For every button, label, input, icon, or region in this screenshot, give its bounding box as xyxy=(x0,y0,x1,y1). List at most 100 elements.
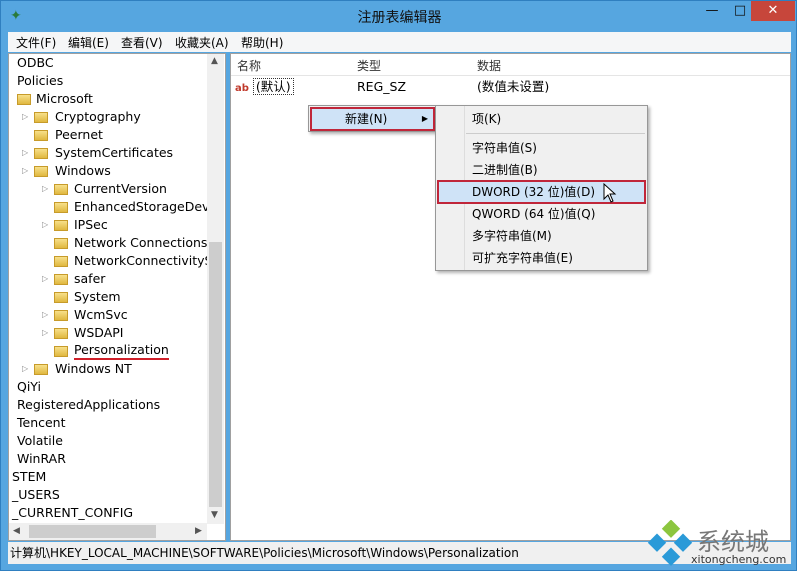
maximize-button[interactable]: □ xyxy=(726,1,754,21)
tree-item-label: RegisteredApplications xyxy=(17,397,161,412)
tree-horizontal-scrollbar[interactable]: ◀ ▶ xyxy=(9,523,207,540)
menu-view[interactable]: 查看(V) xyxy=(121,34,163,51)
tree-item[interactable]: NetworkConnectivitySta xyxy=(9,252,225,270)
tree-item-label: Peernet xyxy=(55,127,103,142)
scroll-right-icon[interactable]: ▶ xyxy=(195,526,202,536)
tree-item[interactable]: STEM xyxy=(9,468,207,486)
tree-item[interactable]: ▷ Cryptography xyxy=(9,108,207,126)
list-header: 名称 类型 数据 xyxy=(231,54,790,76)
tree-item-label: System xyxy=(74,289,121,304)
tree-item-label: STEM xyxy=(12,469,47,484)
tree-item[interactable]: ▷ WcmSvc xyxy=(9,306,207,324)
expand-icon[interactable]: ▷ xyxy=(42,180,48,198)
tree-item[interactable]: _USERS xyxy=(9,486,207,504)
folder-icon xyxy=(54,274,68,285)
watermark-url: xitongcheng.com xyxy=(691,553,787,566)
value-name: (默认) xyxy=(252,78,294,95)
tree-item[interactable]: ▷ Windows xyxy=(9,162,207,180)
menu-help[interactable]: 帮助(H) xyxy=(241,34,283,51)
tree-item-label: Tencent xyxy=(17,415,66,430)
menu-divider xyxy=(466,133,645,134)
tree-item-label: safer xyxy=(74,271,106,286)
tree-item-label: Policies xyxy=(17,73,64,88)
expand-icon[interactable]: ▷ xyxy=(42,324,48,342)
column-name[interactable]: 名称 xyxy=(237,57,261,74)
menu-item-label: 新建(N) xyxy=(345,112,388,126)
mouse-cursor-icon xyxy=(603,183,617,203)
tree-item[interactable]: ▷ IPSec xyxy=(9,216,207,234)
menu-item-multistring[interactable]: 多字符串值(M) xyxy=(438,225,645,247)
tree-item[interactable]: Peernet xyxy=(9,126,207,144)
folder-icon xyxy=(54,256,68,267)
folder-icon xyxy=(54,310,68,321)
expand-icon[interactable]: ▷ xyxy=(22,108,28,126)
expand-icon[interactable]: ▷ xyxy=(42,306,48,324)
folder-icon xyxy=(54,220,68,231)
tree-item[interactable]: _CURRENT_CONFIG xyxy=(9,504,207,522)
menu-item-qword[interactable]: QWORD (64 位)值(Q) xyxy=(438,203,645,225)
tree-item-label: IPSec xyxy=(74,217,108,232)
tree-item[interactable]: EnhancedStorageDevic xyxy=(9,198,220,216)
tree-item[interactable]: RegisteredApplications xyxy=(9,396,207,414)
tree-vertical-scrollbar[interactable]: ▲ ▼ xyxy=(207,54,224,524)
tree-item[interactable]: Volatile xyxy=(9,432,207,450)
scroll-left-icon[interactable]: ◀ xyxy=(13,526,20,536)
scroll-thumb[interactable] xyxy=(29,525,156,538)
tree-item-label: EnhancedStorageDevic xyxy=(74,199,220,214)
tree-item-label: Microsoft xyxy=(36,91,93,106)
scroll-down-icon[interactable]: ▼ xyxy=(211,510,218,520)
menu-edit[interactable]: 编辑(E) xyxy=(68,34,109,51)
folder-icon xyxy=(34,364,48,375)
key-tree: ODBC Policies Microsoft ▷ Cryptography Peerne… xyxy=(8,53,226,541)
expand-icon[interactable]: ▷ xyxy=(42,216,48,234)
tree-item-label: Cryptography xyxy=(55,109,141,124)
column-type[interactable]: 类型 xyxy=(357,57,381,74)
menu-item-key[interactable]: 项(K) xyxy=(438,108,645,130)
column-data[interactable]: 数据 xyxy=(477,57,501,74)
folder-icon xyxy=(34,130,48,141)
tree-item[interactable]: ▷ safer xyxy=(9,270,207,288)
tree-item-label: Personalization xyxy=(74,342,169,360)
scroll-up-icon[interactable]: ▲ xyxy=(211,56,218,66)
folder-icon xyxy=(54,328,68,339)
menu-favorites[interactable]: 收藏夹(A) xyxy=(175,34,229,51)
tree-item[interactable]: System xyxy=(9,288,207,306)
window-title: 注册表编辑器 xyxy=(357,10,442,26)
expand-icon[interactable]: ▷ xyxy=(22,162,28,180)
menu-item-binary[interactable]: 二进制值(B) xyxy=(438,159,645,181)
tree-item[interactable]: ODBC xyxy=(9,54,207,72)
tree-item-label: SystemCertificates xyxy=(55,145,174,160)
minimize-button[interactable]: — xyxy=(698,1,726,21)
list-row[interactable]: ab (默认) REG_SZ (数值未设置) xyxy=(235,78,785,96)
close-button[interactable]: ✕ xyxy=(751,1,795,21)
tree-item[interactable]: Personalization xyxy=(9,342,207,360)
tree-item[interactable]: WinRAR xyxy=(9,450,207,468)
tree-item-label: NetworkConnectivitySta xyxy=(74,253,226,268)
scroll-thumb[interactable] xyxy=(209,242,222,507)
tree-item[interactable]: Policies xyxy=(9,72,207,90)
menu-item-expandstring[interactable]: 可扩充字符串值(E) xyxy=(438,247,645,269)
tree-item[interactable]: Network Connections xyxy=(9,234,207,252)
tree-item[interactable]: ▷ SystemCertificates xyxy=(9,144,207,162)
menu-item-new[interactable]: 新建(N) ▶ xyxy=(310,107,435,131)
tree-item[interactable]: ▷ CurrentVersion xyxy=(9,180,207,198)
submenu-arrow-icon: ▶ xyxy=(421,114,428,123)
tree-item[interactable]: QiYi xyxy=(9,378,207,396)
tree-item-label: _CURRENT_CONFIG xyxy=(12,505,134,520)
expand-icon[interactable]: ▷ xyxy=(22,144,28,162)
tree-item-label: QiYi xyxy=(17,379,41,394)
tree-item-label: Windows xyxy=(55,163,111,178)
menu-file[interactable]: 文件(F) xyxy=(16,34,56,51)
tree-item-label: CurrentVersion xyxy=(74,181,167,196)
tree-item[interactable]: ▷ Windows NT xyxy=(9,360,207,378)
string-value-icon: ab xyxy=(235,83,249,94)
folder-icon xyxy=(34,166,48,177)
expand-icon[interactable]: ▷ xyxy=(22,360,28,378)
logo-diamond-icon xyxy=(647,520,693,566)
expand-icon[interactable]: ▷ xyxy=(42,270,48,288)
menu-item-string[interactable]: 字符串值(S) xyxy=(438,137,645,159)
tree-item[interactable]: Tencent xyxy=(9,414,207,432)
tree-item[interactable]: ▷ WSDAPI xyxy=(9,324,207,342)
tree-item[interactable]: Microsoft xyxy=(9,90,207,108)
context-menu: 新建(N) ▶ xyxy=(308,105,437,132)
